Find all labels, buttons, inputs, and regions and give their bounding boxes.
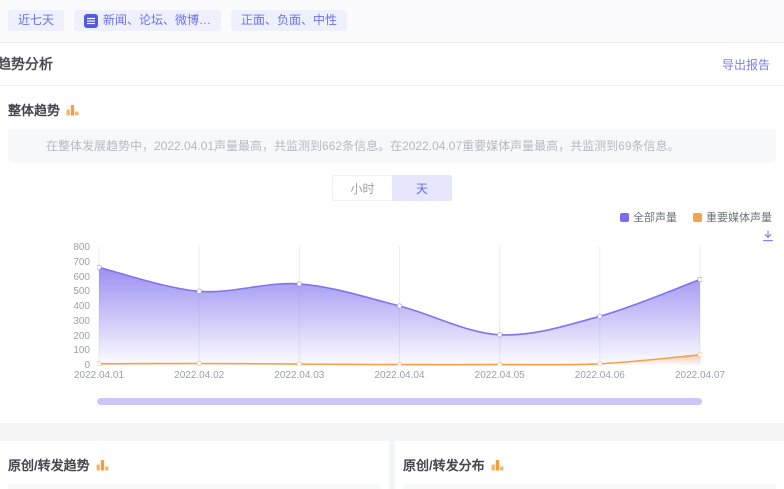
x-axis-label: 2022.04.04 [374,370,424,381]
chart-toolbar [0,230,784,243]
chart-legend: 全部声量 重要媒体声量 [0,209,784,225]
x-axis-label: 2022.04.02 [174,370,224,381]
y-axis-label: 300 [73,316,90,327]
bottom-cards: 原创/转发趋势 原创/转发趋势中原创声量在2022.04.01最高，共监测到51… [0,441,784,489]
y-axis-label: 100 [73,345,90,356]
y-axis-label: 200 [73,331,90,342]
originals-distribution-title: 原创/转发分布 [395,441,784,484]
originals-trend-title: 原创/转发趋势 [0,441,389,484]
data-point-marker[interactable] [97,362,101,367]
plot-area: 2022.04.012022.04.022022.04.032022.04.04… [97,246,702,366]
data-point-marker[interactable] [297,362,302,366]
data-point-marker[interactable] [497,362,502,366]
x-axis-label: 2022.04.01 [74,370,124,381]
data-point-marker[interactable] [497,333,502,338]
y-axis-label: 800 [73,242,90,253]
data-point-marker[interactable] [397,304,402,309]
filter-chip-label: 新闻、论坛、微博… [103,13,211,28]
toggle-day-button[interactable]: 天 [392,175,452,201]
x-axis-label: 2022.04.06 [575,370,625,381]
overall-trend-title: 整体趋势 [0,86,784,129]
filter-chip-date-range[interactable]: 近七天 [8,10,64,31]
legend-label: 全部声量 [633,209,677,225]
data-point-marker[interactable] [97,265,101,270]
legend-item-media[interactable]: 重要媒体声量 [693,209,772,225]
originals-trend-summary: 原创/转发趋势中原创声量在2022.04.01最高，共监测到510条信息；转发声… [8,484,381,489]
granularity-toggle: 小时 天 [0,175,784,201]
download-chart-icon[interactable] [762,230,774,242]
export-report-link[interactable]: 导出报告 [722,56,770,73]
page-title: 趋势分析 [0,54,53,74]
originals-trend-title-label: 原创/转发趋势 [8,455,90,474]
overall-trend-title-label: 整体趋势 [8,100,60,119]
toggle-hour-button[interactable]: 小时 [332,175,392,201]
originals-trend-card: 原创/转发趋势 原创/转发趋势中原创声量在2022.04.01最高，共监测到51… [0,441,389,489]
filter-chip-sentiment[interactable]: 正面、负面、中性 [231,10,347,31]
filter-chip-label: 近七天 [18,13,54,28]
chart-scrollbar[interactable] [97,398,702,405]
filter-bar: 近七天 新闻、论坛、微博… 正面、负面、中性 [0,0,784,42]
chart-scrollbar-track [97,398,702,405]
data-point-marker[interactable] [197,361,202,366]
card-header: 趋势分析 导出报告 [0,43,784,86]
trend-analysis-card: 趋势分析 导出报告 整体趋势 在整体发展趋势中，2022.04.01声量最高，共… [0,42,784,423]
y-axis-label: 400 [73,301,90,312]
originals-distribution-card: 原创/转发分布 监测信息总量3294条信息，其中原创声量占比66.45%，共计2… [395,441,784,489]
podium-icon [491,458,504,471]
originals-distribution-title-label: 原创/转发分布 [403,455,485,474]
x-axis-label: 2022.04.07 [675,370,725,381]
data-point-marker[interactable] [698,277,702,282]
y-axis: 0100200300400500600700800 [0,246,97,366]
x-axis: 2022.04.012022.04.022022.04.032022.04.04… [97,370,702,384]
x-axis-label: 2022.04.03 [274,370,324,381]
filter-chip-label: 正面、负面、中性 [241,13,337,28]
y-axis-label: 600 [73,272,90,283]
trend-chart: 0100200300400500600700800 2022.04.012022… [0,246,784,366]
data-point-marker[interactable] [397,362,402,366]
data-point-marker[interactable] [598,362,603,367]
data-point-marker[interactable] [698,353,702,358]
source-channels-icon [84,14,98,28]
x-axis-label: 2022.04.05 [475,370,525,381]
data-point-marker[interactable] [598,314,603,319]
filter-chip-sources[interactable]: 新闻、论坛、微博… [74,10,221,31]
podium-icon [96,458,109,471]
podium-icon [66,103,79,116]
legend-label: 重要媒体声量 [706,209,772,225]
legend-item-total[interactable]: 全部声量 [620,209,677,225]
legend-swatch-total [620,213,629,222]
legend-swatch-media [693,213,702,222]
trend-svg [97,246,702,366]
data-point-marker[interactable] [197,289,202,294]
data-point-marker[interactable] [297,282,302,287]
y-axis-label: 700 [73,257,90,268]
y-axis-label: 500 [73,286,90,297]
overall-trend-summary: 在整体发展趋势中，2022.04.01声量最高，共监测到662条信息。在2022… [8,129,776,163]
originals-distribution-summary: 监测信息总量3294条信息，其中原创声量占比66.45%，共计2189条信息；转… [403,484,776,489]
